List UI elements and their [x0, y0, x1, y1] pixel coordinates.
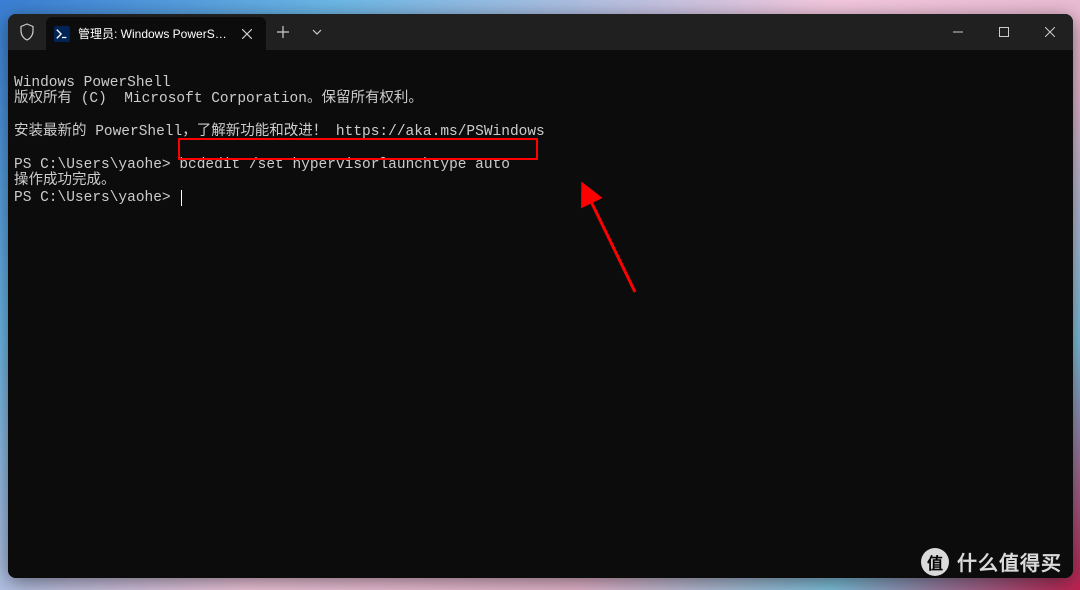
powershell-icon: [54, 26, 70, 42]
output-line: 版权所有 (C) Microsoft Corporation。保留所有权利。: [14, 91, 1067, 108]
prompt-line: PS C:\Users\yaohe>: [14, 190, 1067, 207]
minimize-button[interactable]: [935, 14, 981, 50]
watermark-text: 什么值得买: [957, 547, 1062, 576]
cursor: [181, 190, 182, 206]
new-tab-button[interactable]: [266, 14, 300, 50]
watermark: 值 什么值得买: [921, 547, 1062, 576]
shield-privacy-icon: [8, 14, 46, 50]
watermark-badge: 值: [921, 548, 949, 576]
maximize-button[interactable]: [981, 14, 1027, 50]
titlebar[interactable]: 管理员: Windows PowerShell: [8, 14, 1073, 50]
output-line: 操作成功完成。: [14, 173, 1067, 190]
tab-close-button[interactable]: [238, 25, 256, 43]
prompt-prefix: PS C:\Users\yaohe>: [14, 157, 179, 173]
output-line: Windows PowerShell: [14, 75, 1067, 92]
tab-title: 管理员: Windows PowerShell: [78, 25, 230, 42]
close-button[interactable]: [1027, 14, 1073, 50]
window-controls: [935, 14, 1073, 50]
terminal-output[interactable]: Windows PowerShell版权所有 (C) Microsoft Cor…: [8, 50, 1073, 578]
command-text: bcdedit /set hypervisorlaunchtype auto: [179, 157, 510, 173]
tab-powershell[interactable]: 管理员: Windows PowerShell: [46, 17, 266, 50]
output-line: 安装最新的 PowerShell，了解新功能和改进！ https://aka.m…: [14, 124, 1067, 141]
tab-dropdown-button[interactable]: [300, 14, 334, 50]
terminal-window: 管理员: Windows PowerShell: [8, 14, 1073, 578]
prompt-line: PS C:\Users\yaohe> bcdedit /set hypervis…: [14, 157, 1067, 174]
prompt-prefix: PS C:\Users\yaohe>: [14, 190, 171, 206]
